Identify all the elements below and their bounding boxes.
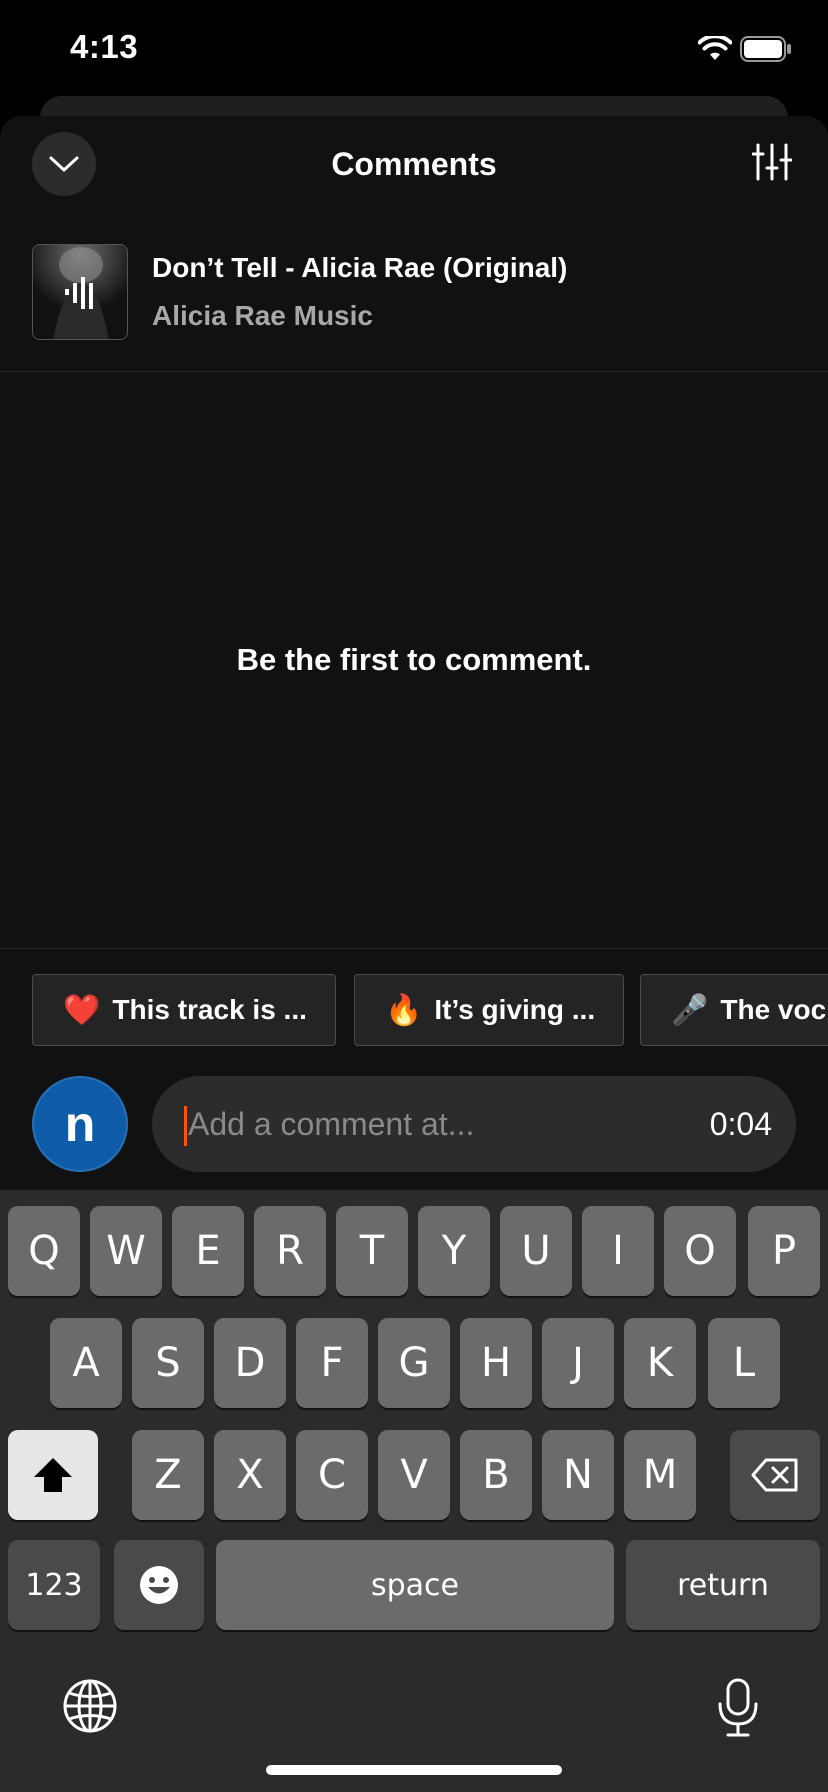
space-key[interactable]: space xyxy=(216,1540,614,1630)
track-artist[interactable]: Alicia Rae Music xyxy=(152,300,373,332)
comment-timestamp[interactable]: 0:04 xyxy=(710,1106,772,1143)
empty-state-message: Be the first to comment. xyxy=(236,642,592,677)
track-title[interactable]: Don’t Tell - Alicia Rae (Original) xyxy=(152,252,567,284)
key-w[interactable]: W xyxy=(90,1206,162,1296)
shift-key[interactable] xyxy=(8,1430,98,1520)
key-k[interactable]: K xyxy=(624,1318,696,1408)
sheet-header: Comments xyxy=(0,116,828,214)
microphone-emoji-icon: 🎤 xyxy=(671,993,709,1027)
key-l[interactable]: L xyxy=(708,1318,780,1408)
key-z[interactable]: Z xyxy=(132,1430,204,1520)
numbers-key[interactable]: 123 xyxy=(8,1540,100,1630)
key-i[interactable]: I xyxy=(582,1206,654,1296)
key-j[interactable]: J xyxy=(542,1318,614,1408)
key-p[interactable]: P xyxy=(748,1206,820,1296)
battery-icon xyxy=(740,36,791,62)
comment-input[interactable]: Add a comment at... 0:04 xyxy=(152,1076,796,1172)
key-m[interactable]: M xyxy=(624,1430,696,1520)
key-y[interactable]: Y xyxy=(418,1206,490,1296)
track-artwork[interactable] xyxy=(32,244,128,340)
divider xyxy=(0,371,828,372)
key-f[interactable]: F xyxy=(296,1318,368,1408)
quick-reply-label: The voc xyxy=(720,994,827,1025)
backspace-key[interactable] xyxy=(730,1430,820,1520)
quick-reply-chip[interactable]: 🎤 The voc xyxy=(640,974,828,1046)
quick-reply-label: This track is ... xyxy=(112,994,307,1025)
key-n[interactable]: N xyxy=(542,1430,614,1520)
globe-icon[interactable] xyxy=(62,1678,118,1734)
waveform-icon xyxy=(65,277,93,309)
key-e[interactable]: E xyxy=(172,1206,244,1296)
comment-placeholder: Add a comment at... xyxy=(188,1106,475,1142)
key-o[interactable]: O xyxy=(664,1206,736,1296)
quick-reply-chip[interactable]: ❤️ This track is ... xyxy=(32,974,336,1046)
key-s[interactable]: S xyxy=(132,1318,204,1408)
keyboard: Q W E R T Y U I O P A S D F G H J K L Z … xyxy=(0,1190,828,1792)
text-caret xyxy=(184,1106,187,1146)
page-title: Comments xyxy=(331,146,497,182)
fire-icon: 🔥 xyxy=(385,993,423,1027)
divider xyxy=(0,948,828,949)
quick-reply-label: It’s giving ... xyxy=(434,994,596,1025)
key-x[interactable]: X xyxy=(214,1430,286,1520)
key-g[interactable]: G xyxy=(378,1318,450,1408)
quick-reply-chip[interactable]: 🔥 It’s giving ... xyxy=(354,974,624,1046)
key-a[interactable]: A xyxy=(50,1318,122,1408)
sliders-icon[interactable] xyxy=(752,142,792,182)
backspace-icon xyxy=(751,1458,798,1492)
return-key[interactable]: return xyxy=(626,1540,820,1630)
key-u[interactable]: U xyxy=(500,1206,572,1296)
emoji-icon xyxy=(140,1566,178,1604)
microphone-icon[interactable] xyxy=(716,1678,760,1738)
status-bar: 4:13 xyxy=(0,0,828,100)
key-c[interactable]: C xyxy=(296,1430,368,1520)
wifi-icon xyxy=(698,36,732,60)
shift-icon xyxy=(34,1458,72,1492)
key-h[interactable]: H xyxy=(460,1318,532,1408)
comment-composer: n Add a comment at... 0:04 xyxy=(0,1076,828,1186)
emoji-key[interactable] xyxy=(114,1540,204,1630)
avatar[interactable]: n xyxy=(32,1076,128,1172)
key-d[interactable]: D xyxy=(214,1318,286,1408)
heart-icon: ❤️ xyxy=(63,993,101,1027)
key-t[interactable]: T xyxy=(336,1206,408,1296)
key-r[interactable]: R xyxy=(254,1206,326,1296)
key-b[interactable]: B xyxy=(460,1430,532,1520)
key-v[interactable]: V xyxy=(378,1430,450,1520)
home-indicator[interactable] xyxy=(266,1765,562,1775)
key-q[interactable]: Q xyxy=(8,1206,80,1296)
status-time: 4:13 xyxy=(70,28,139,65)
